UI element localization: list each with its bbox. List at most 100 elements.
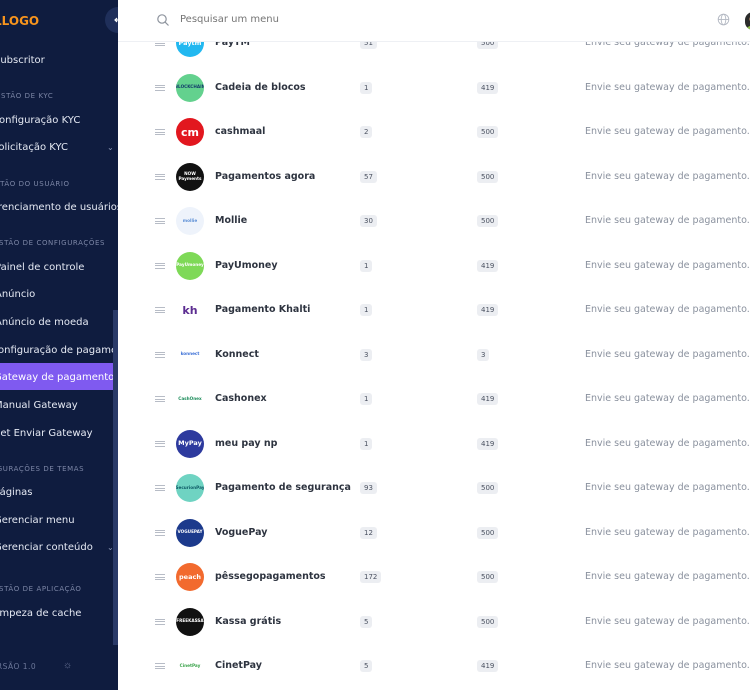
avatar[interactable]	[745, 12, 750, 30]
sidebar-item-0[interactable]: Subscritor	[0, 55, 118, 66]
gateway-count-badge: 172	[360, 571, 382, 583]
gateway-row[interactable]: CashOnex Cashonex 1 419 Envie seu gateway de…	[118, 377, 750, 421]
gateway-name: Cashonex	[215, 393, 267, 404]
gateway-description: Envie seu gateway de pagamento....	[585, 215, 750, 226]
drag-handle-icon[interactable]	[155, 307, 165, 313]
gateway-description: Envie seu gateway de pagamento....	[585, 482, 750, 493]
gateway-description: Envie seu gateway de pagamento....	[585, 393, 750, 404]
gateway-count-badge: 3	[360, 348, 373, 361]
drag-handle-icon[interactable]	[155, 618, 165, 625]
theme-toggle-icon[interactable]: ☼	[63, 660, 72, 671]
drag-handle-icon[interactable]	[155, 529, 165, 536]
drag-handle-icon[interactable]	[155, 574, 165, 580]
drag-handle-icon[interactable]	[155, 218, 165, 224]
gateway-logo: cm	[176, 118, 204, 146]
gateway-row[interactable]: MyPay meu pay np 1 419 Envie seu gateway de …	[118, 422, 750, 466]
gateway-amount-badge: 419	[477, 393, 499, 405]
sidebar-item-6[interactable]: Anúncio de moeda	[0, 317, 118, 328]
gateway-row[interactable]: konnect Konnect 3 3 Envie seu gateway de pag…	[118, 333, 750, 377]
gateway-description: Envie seu gateway de pagamento....	[585, 526, 750, 538]
gateway-count-badge: 12	[360, 526, 377, 539]
drag-handle-icon[interactable]	[155, 84, 165, 91]
gateway-amount-badge: 500	[477, 170, 499, 183]
gateway-name: Mollie	[215, 215, 248, 226]
sidebar-item-13[interactable]: Gerenciar conteúdo	[0, 542, 118, 553]
sidebar-item-9[interactable]: Manual Gateway	[0, 400, 118, 411]
sidebar-item-11[interactable]: Páginas	[0, 487, 118, 498]
gateway-count-badge: 1	[360, 81, 373, 94]
gateway-name: PayUmoney	[215, 259, 278, 271]
gateway-row[interactable]: BLOCKCHAIN Cadeia de blocos 1 419 Envie seu …	[118, 66, 750, 110]
drag-handle-icon[interactable]	[155, 663, 165, 669]
drag-handle-icon[interactable]	[155, 351, 165, 358]
gateway-description: Envie seu gateway de pagamento....	[585, 259, 750, 271]
brand-logo[interactable]: LLOGO	[0, 14, 39, 28]
gateway-list: Paytm PayTM 51 500 Envie seu gateway de paga…	[118, 0, 750, 690]
chevron-down-icon[interactable]: ⌄	[107, 143, 114, 152]
gateway-description: Envie seu gateway de pagamento....	[585, 81, 750, 93]
gateway-logo: konnect	[176, 340, 204, 369]
gateway-amount-badge: 500	[477, 215, 499, 227]
gateway-amount-badge: 500	[477, 526, 499, 539]
gateway-name: pêssegopagamentos	[215, 571, 326, 582]
gateway-row[interactable]: cm cashmaal 2 500 Envie seu gateway de pagam…	[118, 110, 750, 154]
gateway-amount-badge: 419	[477, 437, 499, 450]
user-avatar-icon	[746, 17, 750, 30]
gateway-logo: SecurionPay	[176, 474, 204, 502]
drag-handle-icon[interactable]	[155, 173, 165, 180]
sidebar-section-3: CONFIGURAÇÕES DE TEMAS	[0, 465, 85, 473]
sidebar-section-1: GESTÃO DO USUÁRIO	[0, 180, 70, 188]
gateway-row[interactable]: PayUmoney PayUmoney 1 419 Envie seu gateway …	[118, 244, 750, 288]
gateway-description: Envie seu gateway de pagamento....	[585, 304, 750, 315]
gateway-count-badge: 1	[360, 437, 373, 450]
gateway-row[interactable]: CinetPay CinetPay 5 419 Envie seu gateway de…	[118, 644, 750, 688]
gateway-count-badge: 5	[360, 660, 373, 672]
gateway-description: Envie seu gateway de pagamento....	[585, 615, 750, 627]
gateway-count-badge: 1	[360, 259, 373, 272]
sidebar-item-5[interactable]: Anúncio	[0, 289, 118, 300]
sidebar-item-12[interactable]: Gerenciar menu	[0, 515, 118, 526]
gateway-amount-badge: 419	[477, 304, 499, 316]
sidebar-item-7[interactable]: Configuração de pagamento	[0, 345, 118, 356]
gateway-description: Envie seu gateway de pagamento....	[585, 437, 750, 449]
gateway-row[interactable]: FREEKASSA Kassa grátis 5 500 Envie seu gatew…	[118, 600, 750, 644]
gateway-name: cashmaal	[215, 126, 266, 137]
gateway-logo: CashOnex	[176, 385, 204, 413]
gateway-amount-badge: 500	[477, 126, 499, 138]
sidebar-item-3[interactable]: Gerenciamento de usuários	[0, 202, 118, 213]
drag-handle-icon[interactable]	[155, 485, 165, 491]
collapse-sidebar-button[interactable]	[105, 7, 118, 33]
drag-handle-icon[interactable]	[155, 262, 165, 269]
sidebar-section-4: GESTÃO DE APLICAÇÃO	[0, 585, 82, 593]
gateway-name: VoguePay	[215, 526, 268, 538]
gateway-logo: kh	[176, 296, 204, 324]
sidebar-item-4[interactable]: Painel de controle	[0, 262, 118, 273]
gateway-row[interactable]: peach pêssegopagamentos 172 500 Envie seu ga…	[118, 555, 750, 599]
sidebar-item-8[interactable]: Gateway de pagamento	[0, 372, 118, 383]
gateway-row[interactable]: VOGUEPAY VoguePay 12 500 Envie seu gateway d…	[118, 511, 750, 555]
gateway-row[interactable]: SecurionPay Pagamento de segurança 93 500 En…	[118, 466, 750, 510]
gateway-description: Envie seu gateway de pagamento....	[585, 126, 750, 137]
drag-handle-icon[interactable]	[155, 440, 165, 447]
sidebar-item-1[interactable]: Configuração KYC	[0, 115, 118, 126]
sidebar-item-10[interactable]: Set Enviar Gateway	[0, 428, 118, 439]
gateway-row[interactable]: NOW Payments Pagamentos agora 57 500 Envie s…	[118, 155, 750, 199]
gateway-logo: BLOCKCHAIN	[176, 73, 204, 102]
gateway-amount-badge: 3	[477, 348, 490, 361]
gateway-amount-badge: 500	[477, 571, 499, 583]
gateway-row[interactable]: mollie Mollie 30 500 Envie seu gateway de pa…	[118, 199, 750, 243]
search-input[interactable]	[180, 14, 380, 25]
gateway-logo: CinetPay	[176, 652, 204, 680]
drag-handle-icon[interactable]	[155, 396, 165, 402]
gateway-logo: PayUmoney	[176, 251, 204, 280]
gateway-count-badge: 93	[360, 482, 377, 494]
drag-handle-icon[interactable]	[155, 129, 165, 135]
gateway-description: Envie seu gateway de pagamento....	[585, 348, 750, 360]
sidebar-item-14[interactable]: Limpeza de cache	[0, 608, 118, 619]
sidebar: LLOGO Subscritor Configuração KYC Solicita…	[0, 0, 118, 690]
gateway-row[interactable]: kh Pagamento Khalti 1 419 Envie seu gateway …	[118, 288, 750, 332]
globe-icon[interactable]	[717, 13, 730, 26]
topbar	[118, 0, 750, 42]
gateway-name: Pagamento Khalti	[215, 304, 311, 315]
sidebar-item-2[interactable]: Solicitação KYC	[0, 142, 118, 153]
